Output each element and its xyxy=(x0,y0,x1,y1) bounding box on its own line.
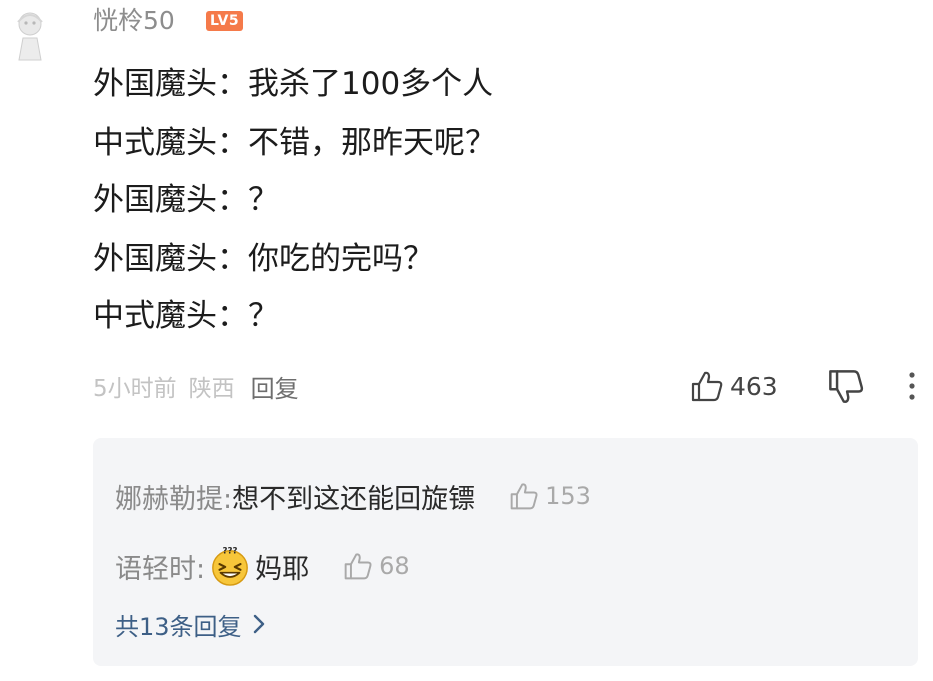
svg-text:???: ??? xyxy=(223,547,238,557)
vertical-dots-icon xyxy=(909,372,915,400)
comment-line: 外国魔头：你吃的完吗？ xyxy=(93,241,434,277)
comment-meta: 5小时前 陕西 回复 xyxy=(93,366,299,406)
comment-line: 外国魔头：我杀了100多个人 xyxy=(93,66,494,102)
reply-like-count: 68 xyxy=(379,552,410,580)
dislike-button[interactable] xyxy=(826,368,866,406)
reply-like-button[interactable]: 153 xyxy=(509,481,591,511)
dizzy-grin-emoji-icon: ??? xyxy=(212,547,249,586)
thumbs-up-icon xyxy=(691,371,723,402)
reply-item[interactable]: 语轻时: ??? 妈耶 68 xyxy=(115,546,410,586)
reply-author[interactable]: 娜赫勒提: xyxy=(115,477,232,516)
username[interactable]: 恍柃50 xyxy=(93,4,175,38)
comment-timestamp: 5小时前 xyxy=(93,376,177,402)
comment-line: 外国魔头：？ xyxy=(93,182,279,218)
reply-text: 想不到这还能回旋镖 xyxy=(232,483,476,515)
level-badge: LV5 xyxy=(206,11,244,31)
like-count: 463 xyxy=(730,371,778,401)
chevron-right-icon xyxy=(253,614,264,634)
avatar[interactable] xyxy=(10,8,50,64)
thumbs-up-icon xyxy=(344,553,372,580)
comment-location: 陕西 xyxy=(188,376,235,402)
reply-button[interactable]: 回复 xyxy=(251,369,299,404)
reply-like-button[interactable]: 68 xyxy=(343,551,410,581)
view-all-replies-link[interactable]: 共13条回复 xyxy=(115,606,266,642)
total-replies-label: 共13条回复 xyxy=(115,612,242,641)
reply-like-count: 153 xyxy=(545,482,591,510)
more-options-button[interactable] xyxy=(900,368,924,404)
reply-author[interactable]: 语轻时: xyxy=(115,547,205,586)
comment-line: 中式魔头：？ xyxy=(93,298,279,334)
thumbs-up-icon xyxy=(510,483,538,510)
replies-panel: 娜赫勒提: 想不到这还能回旋镖 153 语轻时: ??? 妈耶 68 共13条回… xyxy=(93,438,918,666)
reply-item[interactable]: 娜赫勒提: 想不到这还能回旋镖 153 xyxy=(115,476,591,516)
like-button[interactable]: 463 xyxy=(690,366,778,406)
reply-text: 妈耶 xyxy=(255,553,310,585)
default-avatar-icon xyxy=(17,12,43,61)
comment-line: 中式魔头：不错，那昨天呢？ xyxy=(93,125,496,161)
thumbs-down-icon xyxy=(829,370,864,403)
